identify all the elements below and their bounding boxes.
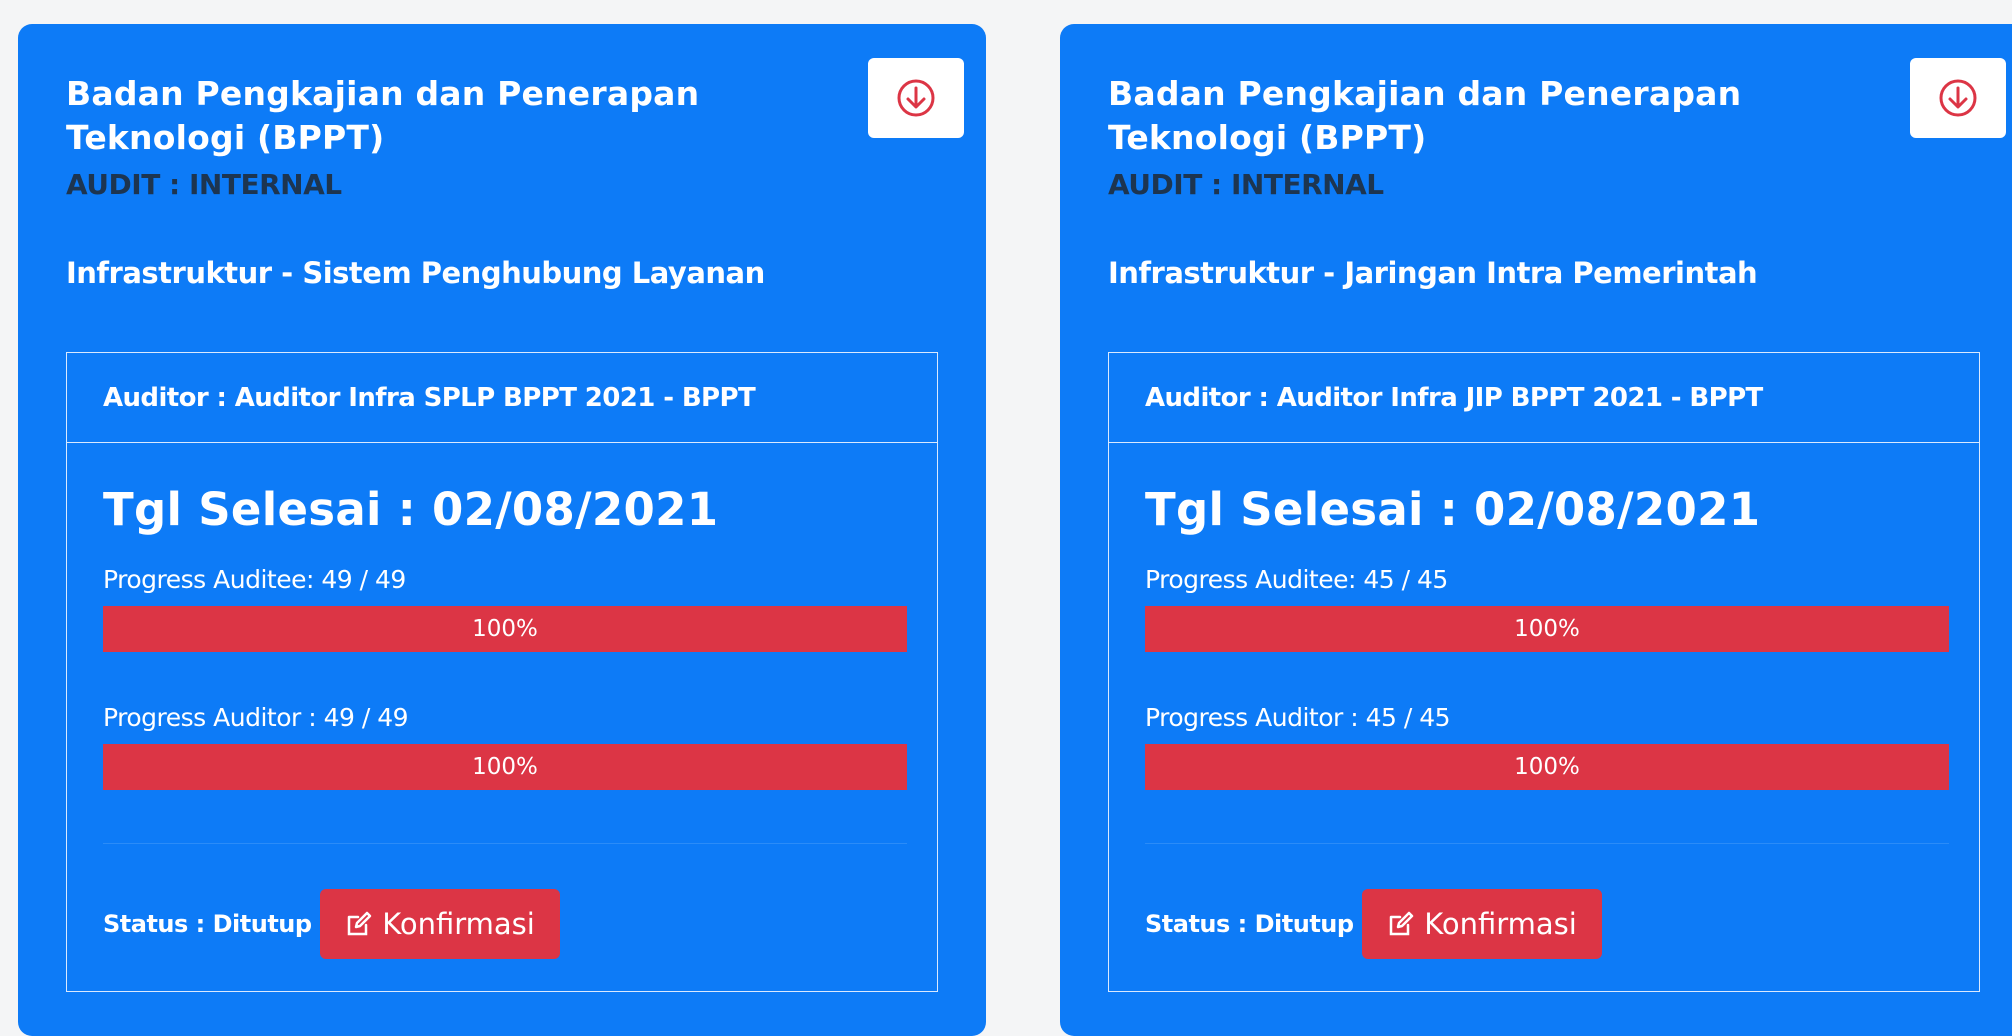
auditee-progress-fill: 100% — [103, 606, 907, 652]
auditee-progress-bar: 100% — [103, 606, 907, 652]
confirm-button[interactable]: Konfirmasi — [1361, 889, 1602, 959]
audit-card: Badan Pengkajian dan Penerapan Teknologi… — [18, 24, 986, 1036]
confirm-button-label: Konfirmasi — [1424, 907, 1577, 941]
audit-detail-panel: Auditor : Auditor Infra JIP BPPT 2021 - … — [1108, 352, 1980, 992]
due-date: Tgl Selesai : 02/08/2021 — [103, 483, 719, 536]
auditor-name: Auditor : Auditor Infra JIP BPPT 2021 - … — [1109, 353, 1979, 443]
confirm-button-label: Konfirmasi — [382, 907, 535, 941]
audit-detail-panel: Auditor : Auditor Infra SPLP BPPT 2021 -… — [66, 352, 938, 992]
card-footer: Status : Ditutup Konfirmasi — [103, 889, 560, 959]
status-text: Status : Ditutup — [103, 910, 312, 938]
auditor-progress-label: Progress Auditor : 45 / 45 — [1145, 703, 1451, 732]
auditee-progress-bar: 100% — [1145, 606, 1949, 652]
download-button[interactable] — [1910, 58, 2006, 138]
edit-icon — [1390, 911, 1414, 936]
download-circle-icon — [897, 79, 935, 117]
download-circle-icon — [1939, 79, 1977, 117]
auditor-progress-bar: 100% — [1145, 744, 1949, 790]
divider — [103, 843, 907, 844]
status-text: Status : Ditutup — [1145, 910, 1354, 938]
agency-name: Badan Pengkajian dan Penerapan Teknologi… — [66, 74, 700, 157]
service-name: Infrastruktur - Sistem Penghubung Layana… — [66, 256, 765, 290]
auditee-progress-label: Progress Auditee: 49 / 49 — [103, 565, 406, 594]
edit-icon — [348, 911, 372, 936]
auditor-progress-fill: 100% — [103, 744, 907, 790]
auditor-progress-bar: 100% — [103, 744, 907, 790]
confirm-button[interactable]: Konfirmasi — [319, 889, 560, 959]
auditor-progress-fill: 100% — [1145, 744, 1949, 790]
auditee-progress-label: Progress Auditee: 45 / 45 — [1145, 565, 1448, 594]
card-footer: Status : Ditutup Konfirmasi — [1145, 889, 1602, 959]
audit-type: AUDIT : INTERNAL — [66, 168, 342, 201]
service-name: Infrastruktur - Jaringan Intra Pemerinta… — [1108, 256, 1758, 290]
agency-name: Badan Pengkajian dan Penerapan Teknologi… — [1108, 74, 1742, 157]
download-button[interactable] — [868, 58, 964, 138]
divider — [1145, 843, 1949, 844]
auditor-name: Auditor : Auditor Infra SPLP BPPT 2021 -… — [67, 353, 937, 443]
due-date: Tgl Selesai : 02/08/2021 — [1145, 483, 1761, 536]
auditor-progress-label: Progress Auditor : 49 / 49 — [103, 703, 409, 732]
audit-card: Badan Pengkajian dan Penerapan Teknologi… — [1060, 24, 2012, 1036]
audit-type: AUDIT : INTERNAL — [1108, 168, 1384, 201]
auditee-progress-fill: 100% — [1145, 606, 1949, 652]
